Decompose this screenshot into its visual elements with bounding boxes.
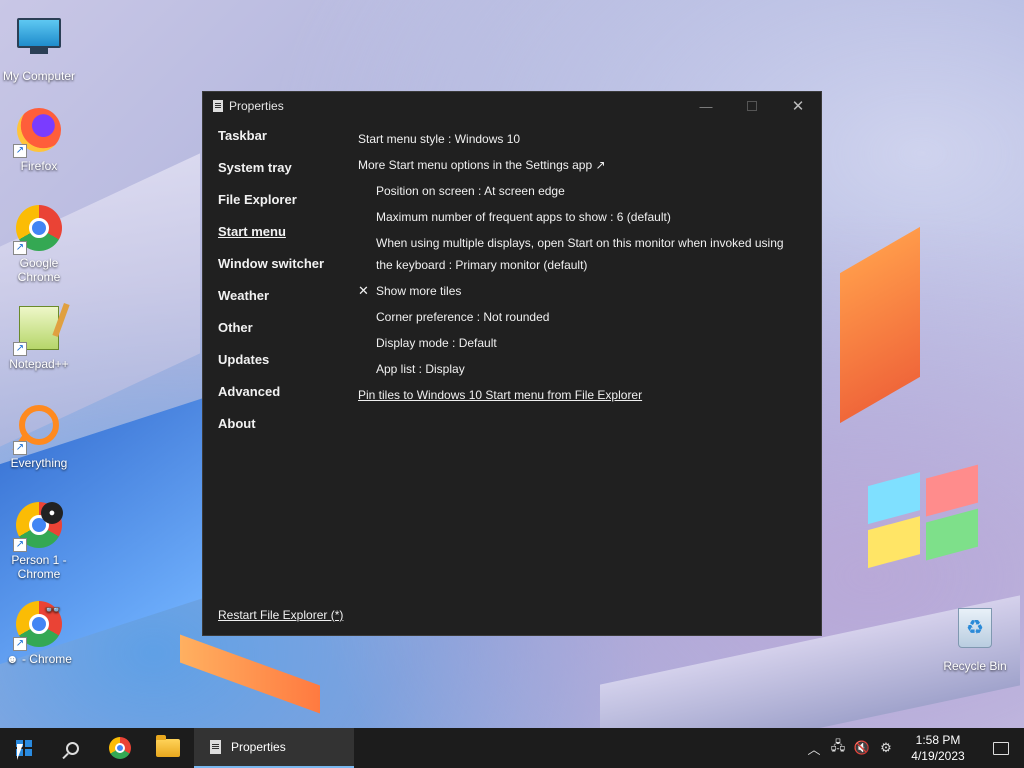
person-avatar-icon: ● — [41, 502, 63, 524]
position-on-screen-option[interactable]: Position on screen : At screen edge — [358, 178, 798, 204]
sidebar-item-system-tray[interactable]: System tray — [218, 160, 348, 192]
settings-gear-icon[interactable]: ⚙ — [874, 740, 898, 756]
notification-center-button[interactable] — [978, 728, 1024, 768]
clock-date: 4/19/2023 — [911, 749, 965, 763]
desktop-icon-smiley-chrome[interactable]: 👓 ↗ ☻ - Chrome — [0, 600, 78, 666]
monitor-icon — [17, 18, 61, 48]
maximize-button[interactable] — [729, 92, 775, 120]
task-label: Properties — [231, 740, 286, 754]
taskbar-properties-task[interactable]: Properties — [194, 728, 354, 768]
checkmark-icon: ✕ — [358, 283, 369, 298]
desktop-icon-firefox[interactable]: ↗ Firefox — [0, 106, 78, 173]
sidebar-item-updates[interactable]: Updates — [218, 352, 348, 384]
corner-preference-option[interactable]: Corner preference : Not rounded — [358, 304, 798, 330]
window-titlebar[interactable]: Properties — ✕ — [203, 92, 821, 120]
sidebar-item-start-menu[interactable]: Start menu — [218, 224, 348, 256]
sidebar-item-file-explorer[interactable]: File Explorer — [218, 192, 348, 224]
clock[interactable]: 1:58 PM 4/19/2023 — [898, 732, 978, 764]
taskbar-chrome-button[interactable] — [96, 728, 144, 768]
sidebar-nav: Taskbar System tray File Explorer Start … — [218, 128, 348, 448]
chevron-up-icon[interactable]: ︿ — [802, 739, 826, 758]
taskbar: Properties ︿ 🖧 🔇 ⚙ 1:58 PM 4/19/2023 — [0, 728, 1024, 768]
volume-muted-icon[interactable]: 🔇 — [850, 740, 874, 756]
shortcut-arrow-icon: ↗ — [13, 441, 27, 455]
minimize-button[interactable]: — — [683, 92, 729, 120]
sidebar-item-advanced[interactable]: Advanced — [218, 384, 348, 416]
desktop-icon-notepad-plus-plus[interactable]: ↗ Notepad++ — [0, 304, 78, 371]
system-tray: ︿ 🖧 🔇 ⚙ 1:58 PM 4/19/2023 — [802, 728, 1024, 768]
desktop-icon-label: Recycle Bin — [943, 659, 1007, 673]
sidebar-item-taskbar[interactable]: Taskbar — [218, 128, 348, 160]
properties-window: Properties — ✕ Taskbar System tray File … — [202, 91, 822, 636]
taskbar-file-explorer-button[interactable] — [144, 728, 192, 768]
desktop-icon-everything[interactable]: ↗ Everything — [0, 403, 78, 470]
desktop-icon-label: Person 1 - Chrome — [11, 553, 67, 581]
settings-content: Start menu style : Windows 10 More Start… — [358, 126, 798, 408]
multi-display-option[interactable]: When using multiple displays, open Start… — [358, 230, 798, 278]
desktop-icon-person1-chrome[interactable]: ● ↗ Person 1 - Chrome — [0, 501, 78, 581]
desktop-icon-google-chrome[interactable]: ↗ Google Chrome — [0, 204, 78, 284]
desktop-icon-label: Notepad++ — [9, 357, 69, 371]
shortcut-arrow-icon: ↗ — [13, 144, 27, 158]
sidebar-item-weather[interactable]: Weather — [218, 288, 348, 320]
desktop-icon-label: ☻ - Chrome — [6, 652, 72, 666]
show-more-tiles-label: Show more tiles — [376, 284, 462, 298]
start-button[interactable] — [0, 728, 48, 768]
maximize-icon — [747, 101, 757, 111]
properties-app-icon — [213, 100, 223, 112]
wallpaper-shape — [840, 226, 920, 424]
pin-tiles-link[interactable]: Pin tiles to Windows 10 Start menu from … — [358, 382, 798, 408]
shortcut-arrow-icon: ↗ — [13, 342, 27, 356]
clock-time: 1:58 PM — [915, 733, 961, 747]
notification-icon — [993, 741, 1009, 755]
everything-search-icon — [19, 405, 59, 445]
network-icon[interactable]: 🖧 — [826, 737, 850, 759]
sidebar-item-other[interactable]: Other — [218, 320, 348, 352]
desktop-icon-recycle-bin[interactable]: ♻ Recycle Bin — [936, 604, 1014, 673]
desktop-icon-label: Everything — [10, 456, 68, 470]
recycle-bin-icon: ♻ — [958, 608, 992, 648]
chrome-icon — [109, 737, 131, 759]
app-list-option[interactable]: App list : Display — [358, 356, 798, 382]
properties-app-icon — [210, 740, 221, 754]
show-more-tiles-checkbox[interactable]: ✕ Show more tiles — [358, 278, 798, 304]
desktop-icon-my-computer[interactable]: My Computer — [0, 10, 78, 83]
restart-file-explorer-link[interactable]: Restart File Explorer (*) — [218, 608, 343, 622]
wallpaper-windows-tiles — [868, 454, 988, 576]
folder-icon — [156, 735, 180, 757]
desktop-icon-label: My Computer — [2, 69, 76, 83]
max-frequent-apps-option[interactable]: Maximum number of frequent apps to show … — [358, 204, 798, 230]
close-button[interactable]: ✕ — [775, 92, 821, 120]
search-button[interactable] — [48, 728, 96, 768]
desktop-icon-label: Firefox — [20, 159, 58, 173]
start-menu-style-option[interactable]: Start menu style : Windows 10 — [358, 126, 798, 152]
sidebar-item-window-switcher[interactable]: Window switcher — [218, 256, 348, 288]
mouse-cursor-icon — [17, 744, 23, 760]
wallpaper-shape — [180, 634, 320, 714]
more-start-options-link[interactable]: More Start menu options in the Settings … — [358, 152, 798, 178]
window-title: Properties — [229, 99, 284, 113]
glasses-avatar-icon: 👓 — [44, 602, 62, 617]
shortcut-arrow-icon: ↗ — [13, 241, 27, 255]
display-mode-option[interactable]: Display mode : Default — [358, 330, 798, 356]
search-icon — [65, 741, 79, 755]
shortcut-arrow-icon: ↗ — [13, 538, 27, 552]
desktop-icon-label: Google Chrome — [17, 256, 61, 284]
shortcut-arrow-icon: ↗ — [13, 637, 27, 651]
sidebar-item-about[interactable]: About — [218, 416, 348, 448]
